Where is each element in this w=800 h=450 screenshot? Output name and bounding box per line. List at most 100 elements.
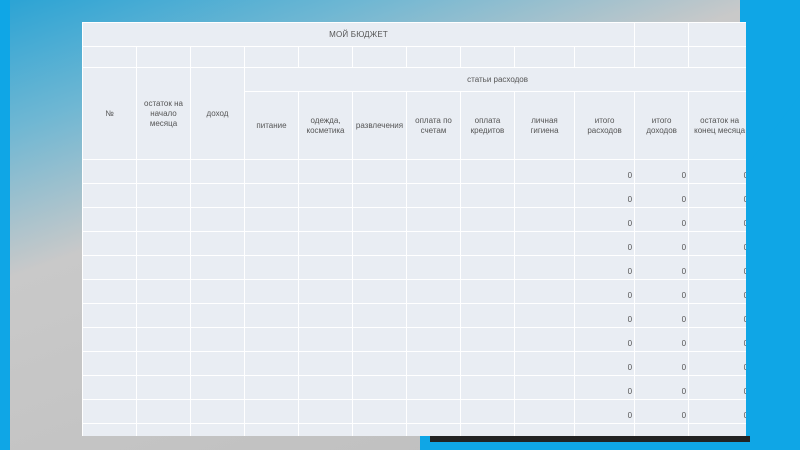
cell[interactable] <box>244 159 299 184</box>
cell-total-expenses[interactable]: 0 <box>573 303 636 328</box>
cell-closing-balance[interactable]: 0 <box>688 375 746 400</box>
cell[interactable] <box>352 351 407 376</box>
cell[interactable] <box>406 46 461 68</box>
cell[interactable] <box>244 303 299 328</box>
cell[interactable] <box>460 231 515 256</box>
cell[interactable] <box>406 279 461 304</box>
cell[interactable] <box>460 375 515 400</box>
cell-closing-balance[interactable]: 0 <box>688 327 746 352</box>
cell[interactable] <box>136 255 191 280</box>
cell[interactable] <box>460 46 515 68</box>
cell[interactable] <box>244 279 299 304</box>
cell[interactable] <box>406 183 461 208</box>
cell[interactable] <box>82 327 137 352</box>
header-expense-food[interactable]: питание <box>244 91 299 160</box>
cell[interactable] <box>298 183 353 208</box>
cell[interactable] <box>298 255 353 280</box>
cell-closing-balance[interactable]: 0 <box>688 303 746 328</box>
cell-total-income[interactable]: 0 <box>634 207 690 232</box>
cell[interactable] <box>190 399 245 424</box>
cell[interactable] <box>460 159 515 184</box>
cell[interactable] <box>298 327 353 352</box>
cell[interactable] <box>136 303 191 328</box>
cell[interactable] <box>190 207 245 232</box>
header-closing-balance[interactable]: остаток на конец месяца <box>688 91 746 160</box>
cell[interactable] <box>352 207 407 232</box>
cell[interactable] <box>136 279 191 304</box>
cell[interactable] <box>82 303 137 328</box>
cell[interactable] <box>136 46 191 68</box>
cell[interactable] <box>688 22 746 47</box>
cell-closing-balance[interactable]: 0 <box>688 159 746 184</box>
cell[interactable] <box>190 327 245 352</box>
cell[interactable] <box>82 351 137 376</box>
cell[interactable] <box>352 231 407 256</box>
cell-closing-balance[interactable]: 0 <box>688 255 746 280</box>
cell[interactable] <box>460 255 515 280</box>
cell[interactable] <box>82 46 137 68</box>
cell[interactable] <box>460 279 515 304</box>
cell[interactable] <box>406 207 461 232</box>
header-opening-balance[interactable]: остаток на начало месяца <box>136 67 191 160</box>
cell[interactable] <box>244 207 299 232</box>
cell[interactable] <box>244 231 299 256</box>
cell-closing-balance[interactable]: 0 <box>688 399 746 424</box>
cell[interactable] <box>460 207 515 232</box>
cell[interactable] <box>136 375 191 400</box>
cell[interactable] <box>136 231 191 256</box>
cell[interactable] <box>352 303 407 328</box>
cell[interactable] <box>190 46 245 68</box>
cell[interactable] <box>244 46 299 68</box>
cell[interactable] <box>460 399 515 424</box>
header-expense-bills[interactable]: оплата по счетам <box>406 91 461 160</box>
cell-closing-balance[interactable]: 0 <box>688 207 746 232</box>
cell-total-income[interactable]: 0 <box>634 231 690 256</box>
cell-total-expenses[interactable]: 0 <box>573 375 636 400</box>
cell[interactable] <box>460 423 515 436</box>
cell[interactable] <box>298 279 353 304</box>
cell-closing-balance[interactable]: 0 <box>688 423 746 436</box>
cell[interactable] <box>406 159 461 184</box>
cell-total-expenses[interactable]: 0 <box>573 159 636 184</box>
cell[interactable] <box>352 159 407 184</box>
cell-total-expenses[interactable]: 0 <box>573 207 636 232</box>
cell[interactable] <box>82 183 137 208</box>
cell[interactable] <box>514 207 575 232</box>
cell-total-income[interactable]: 0 <box>634 255 690 280</box>
cell[interactable] <box>352 423 407 436</box>
cell[interactable] <box>136 399 191 424</box>
header-income[interactable]: доход <box>190 67 245 160</box>
cell[interactable] <box>298 46 353 68</box>
cell-closing-balance[interactable]: 0 <box>688 183 746 208</box>
cell[interactable] <box>352 255 407 280</box>
cell[interactable] <box>514 375 575 400</box>
cell[interactable] <box>406 399 461 424</box>
cell-total-expenses[interactable]: 0 <box>573 183 636 208</box>
cell[interactable] <box>244 327 299 352</box>
cell-total-income[interactable]: 0 <box>634 159 690 184</box>
cell[interactable] <box>82 423 137 436</box>
cell[interactable] <box>514 255 575 280</box>
header-expense-group[interactable]: статьи расходов <box>243 67 746 92</box>
cell[interactable] <box>352 183 407 208</box>
cell-total-expenses[interactable]: 0 <box>573 399 636 424</box>
cell[interactable] <box>82 375 137 400</box>
cell[interactable] <box>514 303 575 328</box>
cell[interactable] <box>406 255 461 280</box>
cell-closing-balance[interactable]: 0 <box>688 231 746 256</box>
cell-total-income[interactable]: 0 <box>634 351 690 376</box>
cell[interactable] <box>514 423 575 436</box>
cell[interactable] <box>244 375 299 400</box>
cell[interactable] <box>688 46 746 68</box>
header-expense-credits[interactable]: оплата кредитов <box>460 91 515 160</box>
cell[interactable] <box>514 231 575 256</box>
cell-total-income[interactable]: 0 <box>634 399 690 424</box>
cell-total-income[interactable]: 0 <box>634 375 690 400</box>
cell[interactable] <box>298 207 353 232</box>
cell[interactable] <box>190 303 245 328</box>
cell[interactable] <box>190 351 245 376</box>
cell[interactable] <box>244 255 299 280</box>
cell[interactable] <box>298 231 353 256</box>
cell-total-income[interactable]: 0 <box>634 303 690 328</box>
cell[interactable] <box>406 423 461 436</box>
